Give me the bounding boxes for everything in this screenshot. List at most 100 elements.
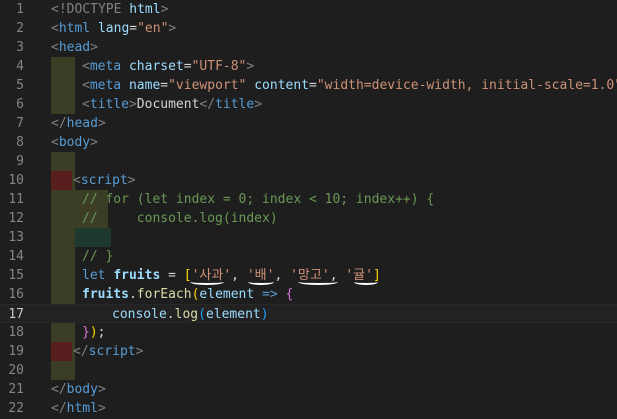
keyword-token: let — [82, 268, 114, 283]
bracket-token: ) — [89, 325, 98, 340]
code-text[interactable]: }); — [82, 323, 105, 342]
bracket-token: </ — [73, 344, 89, 359]
string-token: "en" — [137, 21, 169, 36]
tag-token: script — [80, 173, 128, 188]
code-line[interactable]: 3 <head> — [0, 38, 617, 57]
code-line[interactable]: 14 // } — [0, 247, 617, 266]
code-text[interactable]: <meta charset="UTF-8"> — [82, 57, 254, 76]
equals-token: = — [160, 78, 169, 93]
bracket-token: > — [135, 344, 144, 359]
comma-token: , — [231, 268, 247, 283]
code-text[interactable]: <script> — [73, 171, 136, 190]
parameter-token: element — [199, 287, 255, 302]
line-number: 15 — [8, 268, 24, 283]
bracket-token: > — [128, 97, 137, 112]
code-line[interactable]: 20 — [0, 361, 617, 380]
semicolon-token: ; — [97, 325, 106, 340]
operator-token: = — [160, 268, 184, 283]
line-number: 1 — [16, 2, 24, 17]
comma-token: , — [274, 268, 291, 283]
equals-token: = — [309, 78, 317, 93]
code-text[interactable]: <head> — [51, 38, 98, 57]
code-line[interactable]: 22 </html> — [0, 399, 617, 418]
attribute-token: name — [121, 78, 161, 93]
string-token: "viewport" — [168, 78, 247, 93]
code-line[interactable]: 19 </script> — [0, 342, 617, 361]
code-line[interactable]: 18 }); — [0, 323, 617, 342]
code-line[interactable]: 11 // for (let index = 0; index < 10; in… — [0, 190, 617, 209]
doctype-token: <!DOCTYPE — [51, 2, 130, 17]
tag-token: head — [66, 116, 98, 131]
attribute-token: charset — [121, 59, 184, 74]
code-text[interactable]: <body> — [51, 133, 98, 152]
code-line[interactable]: 12 // console.log(index) — [0, 209, 617, 228]
code-line[interactable]: 2 <html lang="en"> — [0, 19, 617, 38]
line-number: 7 — [16, 116, 24, 131]
code-text[interactable]: <html lang="en"> — [51, 19, 176, 38]
dot-token: . — [128, 287, 137, 302]
variable-token: console — [112, 307, 167, 322]
code-line[interactable]: 4 <meta charset="UTF-8"> — [0, 57, 617, 76]
bracket-token: > — [168, 21, 177, 36]
bracket-token: > — [246, 59, 255, 74]
code-line[interactable]: 10 <script> — [0, 171, 617, 190]
code-line-current[interactable]: 17 console.log(element) — [0, 304, 617, 323]
code-text[interactable]: <!DOCTYPE html> — [51, 0, 168, 19]
code-line[interactable]: 9 — [0, 152, 617, 171]
bracket-token: < — [51, 21, 59, 36]
bracket-token: { — [285, 287, 294, 302]
tag-token: meta — [89, 59, 122, 74]
equals-token: = — [183, 59, 192, 74]
bracket-token: ) — [260, 307, 269, 322]
arrow-token: => — [254, 287, 286, 302]
code-text[interactable]: </script> — [73, 342, 143, 361]
code-line[interactable]: 1 <!DOCTYPE html> — [0, 0, 617, 19]
code-line[interactable]: 8 <body> — [0, 133, 617, 152]
tag-token: meta — [89, 78, 122, 93]
comment-text[interactable]: // console.log(index) — [82, 209, 278, 228]
line-number: 11 — [8, 192, 24, 207]
variable-token: fruits — [113, 268, 161, 283]
line-number: 6 — [16, 97, 24, 112]
bracket-token: > — [127, 173, 136, 188]
tag-token: html — [66, 401, 98, 416]
code-line[interactable]: 6 <title>Document</title> — [0, 95, 617, 114]
code-text[interactable]: console.log(element) — [112, 305, 269, 324]
code-line[interactable]: 15 let fruits = ['사과', '배', '망고', '귤'] — [0, 266, 617, 285]
doctype-html-token: html — [129, 2, 161, 17]
comment-text[interactable]: // for (let index = 0; index < 10; index… — [82, 190, 434, 209]
line-number: 2 — [16, 21, 24, 36]
bracket-token: < — [73, 173, 81, 188]
bracket-token: > — [90, 40, 98, 55]
comment-text[interactable]: // } — [82, 247, 113, 266]
line-number: 12 — [8, 211, 24, 226]
line-number: 5 — [16, 78, 24, 93]
string-token: "UTF-8" — [191, 59, 247, 74]
string-token: "width=device-width, initial-scale=1.0" — [316, 78, 617, 93]
bracket-token: < — [82, 59, 90, 74]
code-text[interactable]: <title>Document</title> — [82, 95, 262, 114]
bracket-token: </ — [199, 97, 216, 112]
bracket-token: > — [97, 401, 106, 416]
tag-token: body — [58, 135, 91, 150]
code-line[interactable]: 7 </head> — [0, 114, 617, 133]
line-number: 22 — [8, 401, 24, 416]
bracket-token: > — [160, 2, 169, 17]
line-number: 3 — [16, 40, 24, 55]
code-editor[interactable]: 1 <!DOCTYPE html> 2 <html lang="en"> 3 <… — [0, 0, 617, 419]
code-line[interactable]: 21 </body> — [0, 380, 617, 399]
code-text[interactable]: </body> — [51, 380, 106, 399]
code-text[interactable]: </head> — [51, 114, 106, 133]
bracket-token: </ — [51, 116, 67, 131]
tag-token: body — [66, 382, 98, 397]
code-line[interactable]: 13 — [0, 228, 617, 247]
code-line[interactable]: 16 fruits.forEach(element => { — [0, 285, 617, 304]
code-text[interactable]: fruits.forEach(element => { — [82, 285, 293, 304]
code-text[interactable]: <meta name="viewport" content="width=dev… — [82, 76, 617, 95]
bracket-token: > — [97, 116, 106, 131]
function-token: forEach — [136, 287, 192, 302]
code-line[interactable]: 5 <meta name="viewport" content="width=d… — [0, 76, 617, 95]
code-text[interactable]: </html> — [51, 399, 106, 418]
line-number: 18 — [8, 325, 24, 340]
bracket-token: < — [82, 97, 90, 112]
